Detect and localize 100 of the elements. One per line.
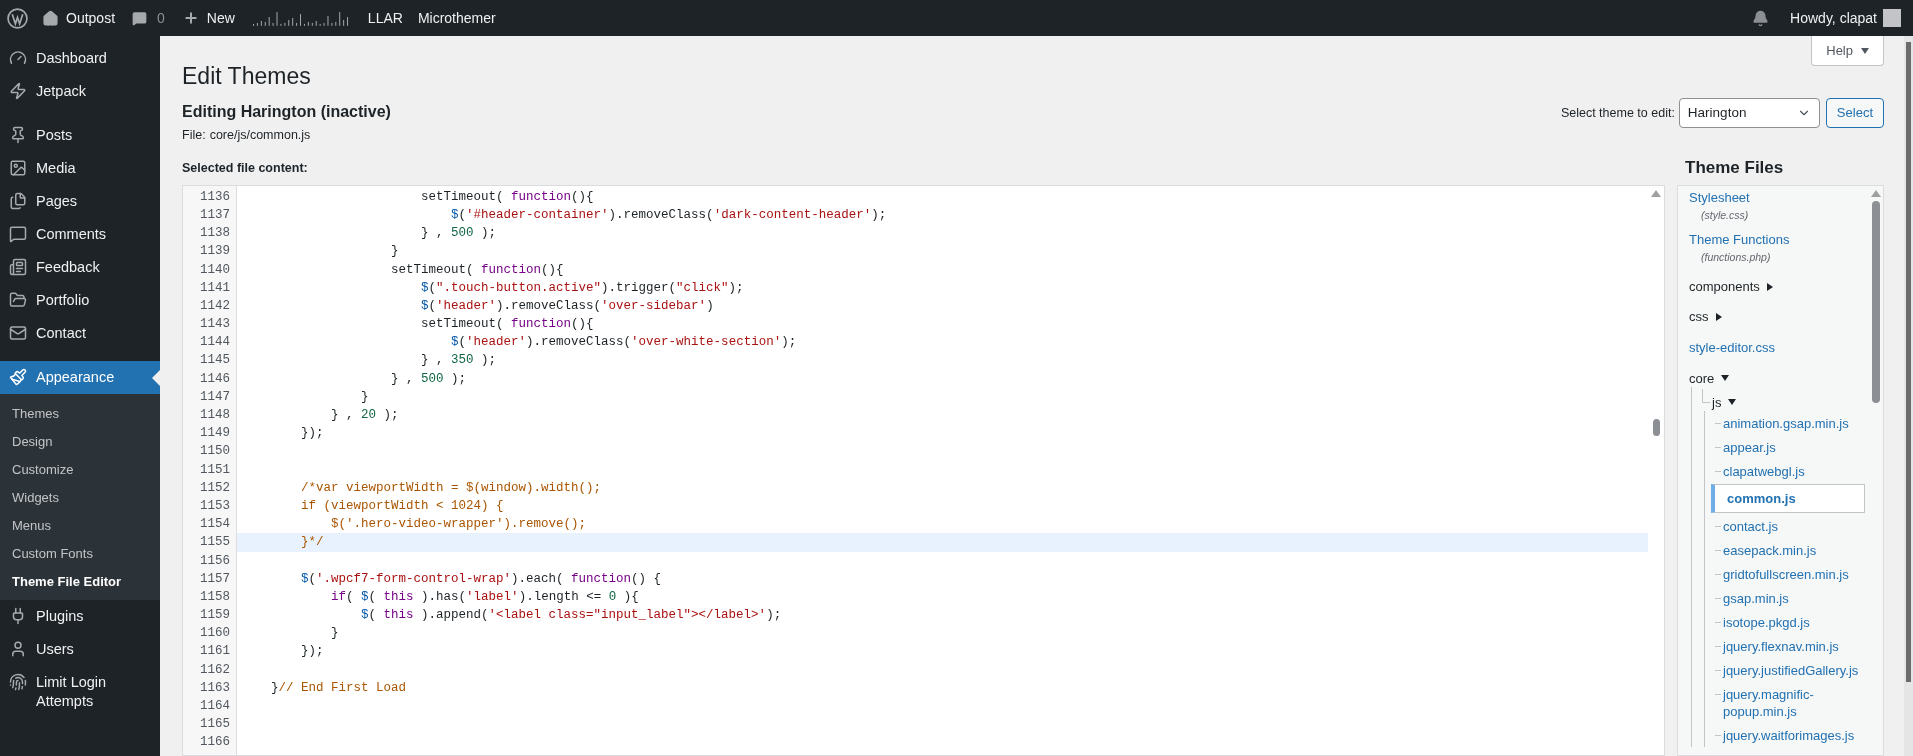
code-line: }*/ <box>300 535 324 550</box>
file-link[interactable]: Stylesheet <box>1689 187 1865 208</box>
sidebar-item[interactable]: Posts <box>0 119 160 152</box>
paintbrush-icon <box>9 368 27 386</box>
sidebar-item[interactable]: Dashboard <box>0 42 160 75</box>
sidebar-item[interactable]: Limit Login Attempts <box>0 666 160 718</box>
line-number: 1138 <box>199 225 231 243</box>
submenu-item[interactable]: Theme File Editor <box>0 567 160 595</box>
fingerprint-icon <box>9 673 27 691</box>
theme-select-label: Select theme to edit: <box>1560 104 1675 122</box>
submenu-item[interactable]: Widgets <box>0 483 160 511</box>
code-line: }// End First Load <box>270 680 407 695</box>
folder-toggle[interactable]: js <box>1712 392 1737 412</box>
file-link[interactable]: jquery.justifiedGallery.js <box>1721 658 1865 683</box>
line-number: 1155 <box>199 534 231 552</box>
code-line: }); <box>300 644 324 659</box>
site-link[interactable]: Outpost <box>66 7 116 29</box>
new-link[interactable]: New <box>206 7 235 29</box>
file-link[interactable]: jquery.waitforimages.js <box>1721 723 1865 748</box>
sidebar-item[interactable]: Jetpack <box>0 75 160 108</box>
user-icon <box>9 640 27 658</box>
submenu-item[interactable]: Custom Fonts <box>0 539 160 567</box>
theme-dropdown[interactable]: Harington <box>1678 98 1820 128</box>
select-button[interactable]: Select <box>1825 98 1884 128</box>
sidebar-item[interactable]: Comments <box>0 218 160 251</box>
line-number: 1166 <box>199 734 231 752</box>
line-number: 1144 <box>199 334 231 352</box>
code-line: }); <box>300 426 324 441</box>
line-number: 1160 <box>199 625 231 643</box>
submenu-item[interactable]: Customize <box>0 455 160 483</box>
folder-toggle[interactable]: components <box>1689 277 1773 297</box>
help-button[interactable]: Help <box>1811 36 1884 66</box>
line-number: 1158 <box>199 588 231 606</box>
code-line: $('#header-container').removeClass('dark-content-header'); <box>450 207 887 222</box>
file-link[interactable]: jquery.magnific-popup.min.js <box>1721 682 1865 724</box>
code-line: $('.wpcf7-form-control-wrap').each( function() { <box>300 571 662 586</box>
file-link[interactable]: common.js <box>1711 484 1865 514</box>
line-number: 1154 <box>199 516 231 534</box>
submenu-item[interactable]: Menus <box>0 511 160 539</box>
speech-bubble-icon[interactable] <box>132 10 148 26</box>
sidebar-item[interactable]: Contact <box>0 317 160 350</box>
line-number: 1137 <box>199 206 231 224</box>
toolbar-link[interactable]: Microthemer <box>417 7 496 29</box>
sidebar-item[interactable]: Pages <box>0 185 160 218</box>
code-line: setTimeout( function(){ <box>390 262 564 277</box>
code-line: } <box>390 244 399 259</box>
activity-sparkline-drawing[interactable] <box>252 10 351 26</box>
file-link[interactable]: contact.js <box>1721 514 1865 539</box>
wordpress-logo-icon[interactable] <box>7 7 28 29</box>
line-number: 1147 <box>199 388 231 406</box>
folder-toggle[interactable]: core <box>1689 368 1730 388</box>
code-line: setTimeout( function(){ <box>420 317 594 332</box>
file-link[interactable]: animation.gsap.min.js <box>1721 411 1865 436</box>
submenu-item[interactable]: Themes <box>0 399 160 427</box>
file-link[interactable]: jquery.flexnav.min.js <box>1721 634 1865 659</box>
right-triangle-icon <box>1766 282 1773 291</box>
account-link[interactable]: Howdy, clapat <box>1790 7 1877 29</box>
scrollbar-thumb[interactable] <box>1652 418 1660 436</box>
file-link[interactable]: easepack.min.js <box>1721 538 1865 563</box>
browser-scrollbar[interactable] <box>1904 36 1913 756</box>
line-number: 1146 <box>199 370 231 388</box>
file-label: File: <box>182 127 206 144</box>
code-line: $(".touch-button.active").trigger("click"); <box>420 280 744 295</box>
current-pointer-icon <box>152 370 160 386</box>
file-link[interactable]: appear.js <box>1721 435 1865 460</box>
right-triangle-icon <box>1715 312 1722 321</box>
page-title: Edit Themes <box>182 62 312 90</box>
file-link[interactable]: clapatwebgl.js <box>1721 459 1865 484</box>
scroll-up-arrow-icon[interactable] <box>1651 189 1661 197</box>
sidebar-item[interactable]: Users <box>0 633 160 666</box>
line-number: 1157 <box>199 570 231 588</box>
sidebar-item[interactable]: Plugins <box>0 600 160 633</box>
sidebar-item[interactable]: Feedback <box>0 251 160 284</box>
file-link[interactable]: isotope.pkgd.js <box>1721 610 1865 635</box>
code-line: } , 20 ); <box>330 408 399 422</box>
comment-count[interactable]: 0 <box>157 7 165 29</box>
plus-icon[interactable] <box>182 10 199 26</box>
down-triangle-icon <box>1721 375 1730 382</box>
scrollbar-thumb[interactable] <box>1872 200 1880 403</box>
gauge-icon <box>9 49 27 67</box>
folder-toggle[interactable]: css <box>1689 307 1722 327</box>
sidebar-item[interactable]: Appearance <box>0 361 160 394</box>
line-number: 1149 <box>199 425 231 443</box>
code-line: } <box>330 626 339 641</box>
file-name-note: (functions.php) <box>1700 249 1772 264</box>
scrollbar-thumb[interactable] <box>1906 42 1911 682</box>
file-link[interactable]: gridtofullscreen.min.js <box>1721 562 1865 587</box>
file-link[interactable]: Theme Functions <box>1689 229 1865 250</box>
line-number: 1161 <box>199 643 231 661</box>
line-number: 1159 <box>199 607 231 625</box>
bell-icon[interactable] <box>1752 9 1770 27</box>
file-link[interactable]: gsap.min.js <box>1721 586 1865 611</box>
home-icon[interactable] <box>42 9 59 27</box>
sidebar-item[interactable]: Portfolio <box>0 284 160 317</box>
file-link[interactable]: style-editor.css <box>1689 337 1865 358</box>
toolbar-link[interactable]: LLAR <box>367 7 403 29</box>
line-number: 1152 <box>199 479 231 497</box>
line-number: 1140 <box>199 261 231 279</box>
submenu-item[interactable]: Design <box>0 427 160 455</box>
sidebar-item[interactable]: Media <box>0 152 160 185</box>
